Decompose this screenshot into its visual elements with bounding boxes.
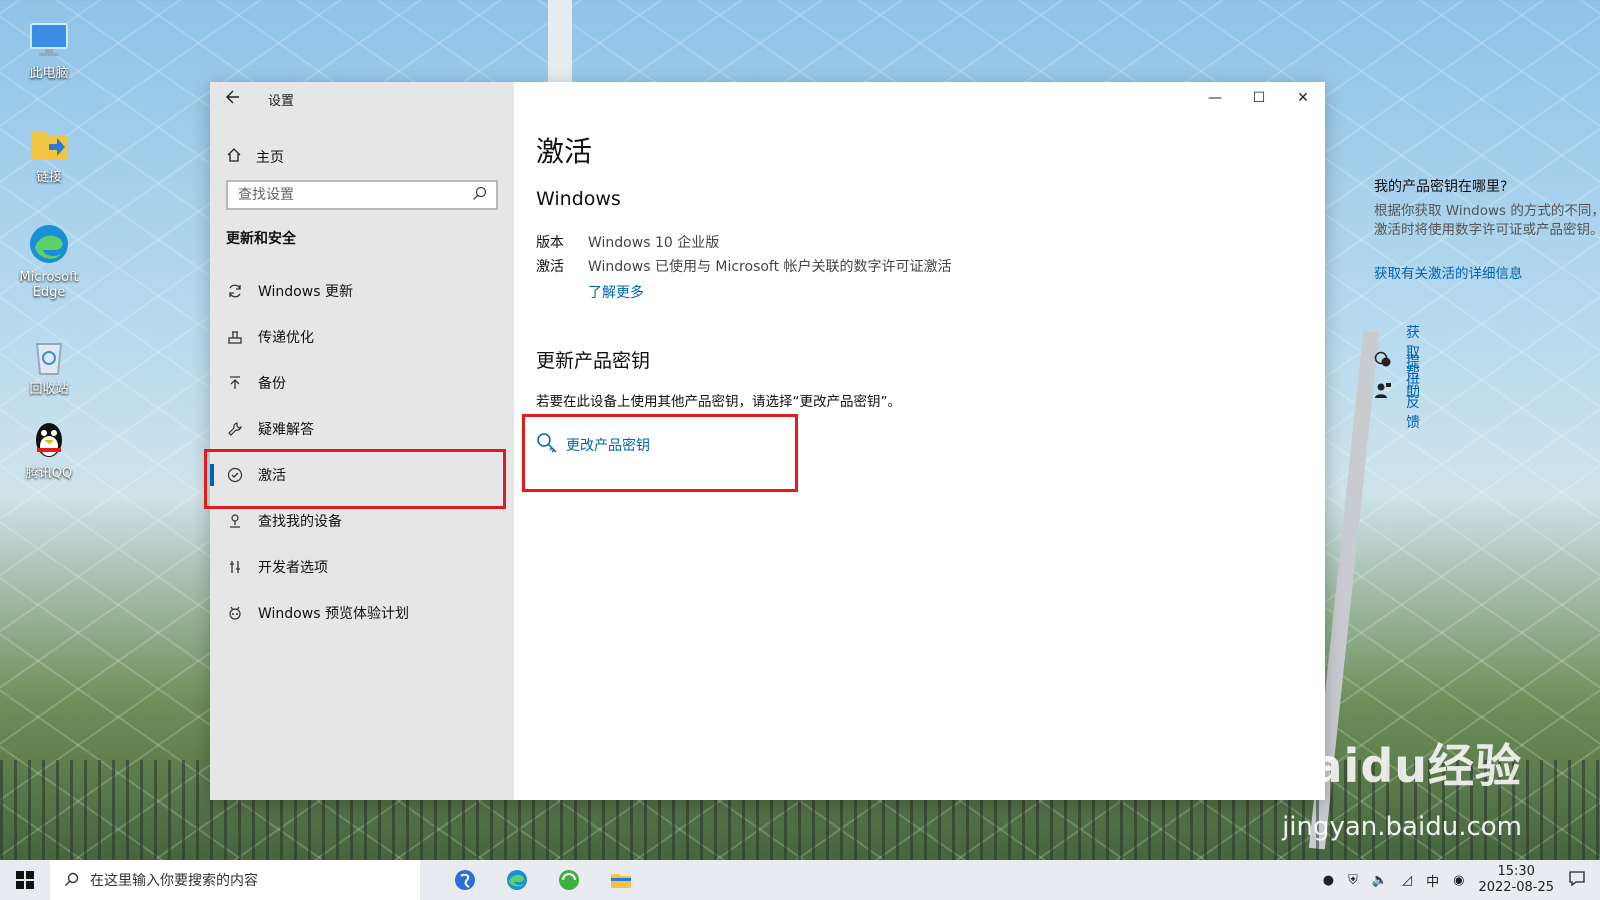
delivery-optimization-icon xyxy=(226,328,244,346)
system-tray: ● ⛨ 🔈 ◿ 中 ◉ 15:30 2022-08-25 xyxy=(1323,860,1600,900)
ime-icon[interactable]: 中 xyxy=(1426,871,1439,890)
desktop-icon-label: 回收站 xyxy=(29,382,69,397)
desktop-icon-recycle-bin[interactable]: 回收站 xyxy=(8,334,90,397)
sidebar-item-label: Windows 预览体验计划 xyxy=(258,606,409,622)
recycle-bin-icon xyxy=(27,334,71,378)
activation-key: 激活 xyxy=(536,259,564,275)
settings-search-input[interactable] xyxy=(228,182,468,208)
taskbar-apps xyxy=(448,863,638,897)
computer-icon xyxy=(27,18,71,62)
activation-info-link[interactable]: 获取有关激活的详细信息 xyxy=(1374,262,1600,282)
sidebar-item-insider-program[interactable]: Windows 预览体验计划 xyxy=(210,590,514,636)
sidebar-item-windows-update[interactable]: Windows 更新 xyxy=(210,268,514,314)
change-key-highlight-box xyxy=(522,414,798,492)
sync-icon xyxy=(226,282,244,300)
sidebar-item-label: Windows 更新 xyxy=(258,284,353,300)
search-icon xyxy=(65,872,79,886)
feedback-icon xyxy=(1374,381,1392,403)
feedback-link[interactable]: 提供反馈 xyxy=(1374,352,1420,432)
settings-search-box[interactable] xyxy=(226,180,498,210)
activation-value: Windows 已使用与 Microsoft 帐户关联的数字许可证激活 xyxy=(588,259,952,275)
sidebar-item-backup[interactable]: 备份 xyxy=(210,360,514,406)
desktop-icon-edge[interactable]: Microsoft Edge xyxy=(8,222,90,300)
edition-key: 版本 xyxy=(536,235,564,251)
security-tray-icon[interactable]: ⛨ xyxy=(1348,873,1358,888)
desktop-icon-label: 链接 xyxy=(35,170,62,185)
sidebar-item-label: 传递优化 xyxy=(258,330,314,346)
learn-more-link[interactable]: 了解更多 xyxy=(588,282,644,302)
update-key-description: 若要在此设备上使用其他产品密钥，请选择“更改产品密钥”。 xyxy=(536,394,901,410)
clock-date: 2022-08-25 xyxy=(1478,880,1554,895)
section-header: 更新和安全 xyxy=(226,231,296,247)
file-explorer-icon[interactable] xyxy=(604,863,638,897)
back-arrow-icon xyxy=(226,90,239,104)
desktop-icon-label: 此电脑 xyxy=(29,66,69,81)
volume-icon[interactable]: 🔈 xyxy=(1372,873,1388,888)
qq-tray-icon[interactable]: ◉ xyxy=(1453,873,1464,888)
page-title: 激活 xyxy=(536,135,593,168)
wallpaper-goalpost xyxy=(548,0,572,92)
activation-row: 激活 Windows 已使用与 Microsoft 帐户关联的数字许可证激活 xyxy=(536,256,952,276)
activation-highlight-box xyxy=(204,449,506,509)
baidu-watermark-url: jingyan.baidu.com xyxy=(1282,812,1522,842)
search-icon[interactable] xyxy=(472,186,488,202)
desktop-icon-link[interactable]: 链接 xyxy=(8,122,90,185)
desktop-icon-qq[interactable]: 腾讯QQ xyxy=(8,418,90,481)
wrench-icon xyxy=(226,420,244,438)
sogou-app-icon[interactable] xyxy=(448,863,482,897)
sidebar-item-troubleshoot[interactable]: 疑难解答 xyxy=(210,406,514,452)
settings-window: 设置 主页 更新和安全 Windows 更新 传递优化 备份 xyxy=(204,82,1600,800)
sidebar-item-delivery-optimization[interactable]: 传递优化 xyxy=(210,314,514,360)
edge-icon xyxy=(27,222,71,266)
clock-time: 15:30 xyxy=(1497,864,1535,879)
developer-icon xyxy=(226,558,244,576)
notification-icon[interactable] xyxy=(1568,869,1586,891)
back-button[interactable] xyxy=(222,88,244,110)
sidebar: 设置 主页 更新和安全 Windows 更新 传递优化 备份 xyxy=(204,82,514,800)
home-icon xyxy=(226,147,242,167)
edition-value: Windows 10 企业版 xyxy=(588,235,720,251)
windows-logo-icon xyxy=(16,871,34,889)
edge-taskbar-icon[interactable] xyxy=(500,863,534,897)
home-label: 主页 xyxy=(256,150,284,166)
sidebar-item-label: 开发者选项 xyxy=(258,560,328,576)
backup-icon xyxy=(226,374,244,392)
baidu-watermark: Baidu经验 xyxy=(1275,739,1522,793)
right-panel-header: 我的产品密钥在哪里? xyxy=(1374,179,1508,195)
app-title: 设置 xyxy=(268,94,295,109)
taskbar-search[interactable]: 在这里输入你要搜索的内容 xyxy=(50,860,420,900)
edition-row: 版本 Windows 10 企业版 xyxy=(536,232,719,252)
folder-shortcut-icon xyxy=(27,122,71,166)
insider-icon xyxy=(226,604,244,622)
desktop-icon-this-pc[interactable]: 此电脑 xyxy=(8,18,90,81)
find-device-icon xyxy=(226,512,244,530)
desktop-icon-label: Microsoft Edge xyxy=(19,270,79,300)
desktop-icon-label: 腾讯QQ xyxy=(25,466,73,481)
taskbar: 在这里输入你要搜索的内容 ● ⛨ 🔈 ◿ 中 ◉ 15:30 2022-08-2… xyxy=(0,860,1600,900)
qq-icon xyxy=(27,418,71,462)
wechat-tray-icon[interactable]: ● xyxy=(1323,873,1334,888)
taskbar-search-placeholder: 在这里输入你要搜索的内容 xyxy=(90,873,258,889)
update-key-header: 更新产品密钥 xyxy=(536,350,651,372)
feedback-label: 提供反馈 xyxy=(1406,355,1420,431)
sidebar-item-label: 查找我的设备 xyxy=(258,514,342,530)
windows-header: Windows xyxy=(536,188,621,210)
sidebar-item-label: 疑难解答 xyxy=(258,422,314,438)
sidebar-item-developer-options[interactable]: 开发者选项 xyxy=(210,544,514,590)
browser-app-icon[interactable] xyxy=(552,863,586,897)
sidebar-item-label: 备份 xyxy=(258,376,286,392)
network-icon[interactable]: ◿ xyxy=(1402,873,1412,888)
clock[interactable]: 15:30 2022-08-25 xyxy=(1478,864,1554,896)
titlebar: 设置 xyxy=(210,82,514,114)
right-panel-description: 根据你获取 Windows 的方式的不同，激活时将使用数字许可证或产品密钥。 xyxy=(1374,203,1600,238)
main-content: 激活 Windows 版本 Windows 10 企业版 激活 Windows … xyxy=(514,82,1600,800)
home-nav-item[interactable]: 主页 xyxy=(226,140,284,174)
start-button[interactable] xyxy=(0,860,50,900)
